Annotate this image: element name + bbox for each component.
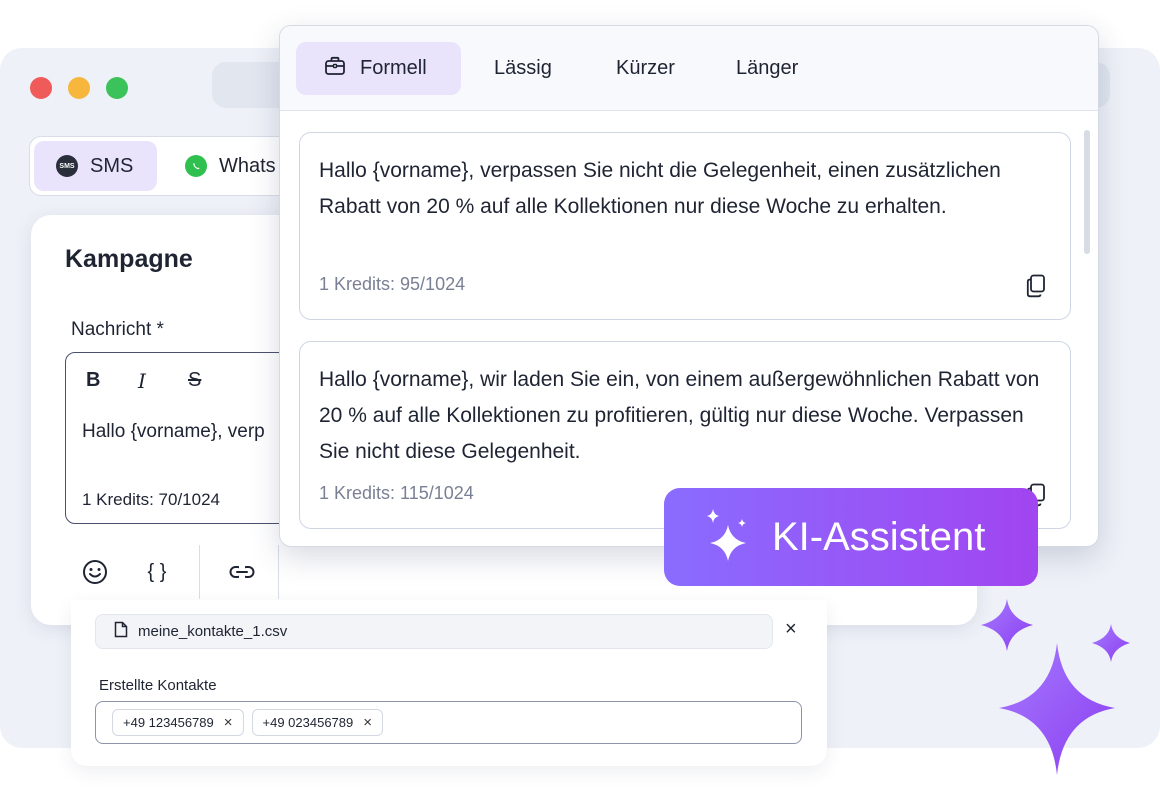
suggestion-card[interactable]: Hallo {vorname}, verpassen Sie nicht die… xyxy=(299,132,1071,320)
suggestion-text: Hallo {vorname}, wir laden Sie ein, von … xyxy=(319,368,1040,463)
tab-whatsapp[interactable]: Whats xyxy=(185,141,276,191)
contact-chip: +49 023456789 × xyxy=(251,709,383,736)
whatsapp-icon xyxy=(185,155,207,177)
ai-assistant-badge[interactable]: KI-Assistent xyxy=(664,488,1038,586)
sms-icon: SMS xyxy=(56,155,78,177)
contacts-input[interactable]: +49 123456789 × +49 023456789 × xyxy=(95,701,802,744)
tab-sms[interactable]: SMS SMS xyxy=(34,141,157,191)
link-icon[interactable] xyxy=(222,552,262,592)
editor-toolbar: { } xyxy=(75,545,301,599)
close-icon[interactable]: × xyxy=(785,618,797,641)
variables-button[interactable]: { } xyxy=(137,552,177,592)
tone-tabs: Formell Lässig Kürzer Länger xyxy=(280,26,1098,111)
italic-button[interactable]: I xyxy=(138,369,146,393)
copy-icon[interactable] xyxy=(1026,274,1046,303)
strikethrough-button[interactable]: S xyxy=(188,369,201,392)
window-maximize-dot[interactable] xyxy=(106,77,128,99)
file-icon xyxy=(114,621,128,642)
file-name: meine_kontakte_1.csv xyxy=(138,623,288,640)
suggestion-text: Hallo {vorname}, verpassen Sie nicht die… xyxy=(319,159,1001,218)
message-label: Nachricht * xyxy=(71,319,164,340)
sparkle-icon xyxy=(704,507,752,568)
toolbar-divider xyxy=(199,545,200,599)
tab-sms-label: SMS xyxy=(90,154,134,177)
remove-chip-icon[interactable]: × xyxy=(224,714,233,731)
tab-laenger[interactable]: Länger xyxy=(736,42,798,95)
tab-formell-label: Formell xyxy=(360,57,427,79)
contact-chip-label: +49 023456789 xyxy=(262,715,354,730)
contact-chip: +49 123456789 × xyxy=(112,709,244,736)
suggestion-credits: 1 Kredits: 115/1024 xyxy=(319,483,474,503)
contacts-card: meine_kontakte_1.csv × Erstellte Kontakt… xyxy=(71,600,827,766)
emoji-icon[interactable] xyxy=(75,552,115,592)
scrollbar[interactable] xyxy=(1084,130,1090,254)
message-text[interactable]: Hallo {vorname}, verp xyxy=(82,421,265,443)
remove-chip-icon[interactable]: × xyxy=(363,714,372,731)
bold-button[interactable]: B xyxy=(86,369,100,392)
ai-assistant-label: KI-Assistent xyxy=(772,514,986,559)
page-title: Kampagne xyxy=(65,245,193,273)
contact-chip-label: +49 123456789 xyxy=(123,715,214,730)
window-close-dot[interactable] xyxy=(30,77,52,99)
toolbar-divider xyxy=(278,545,279,599)
suggestion-credits: 1 Kredits: 95/1024 xyxy=(319,274,466,294)
editor-credits: 1 Kredits: 70/1024 xyxy=(82,490,220,509)
created-contacts-label: Erstellte Kontakte xyxy=(99,677,217,694)
tab-laessig[interactable]: Lässig xyxy=(494,42,552,95)
decorative-sparkles-icon xyxy=(981,599,1130,775)
ai-suggestions-popup: Formell Lässig Kürzer Länger Hallo {vorn… xyxy=(279,25,1099,547)
tab-whatsapp-label: Whats xyxy=(219,154,276,177)
tab-kuerzer[interactable]: Kürzer xyxy=(616,42,675,95)
briefcase-icon xyxy=(324,56,346,82)
tab-formell[interactable]: Formell xyxy=(296,42,461,95)
uploaded-file: meine_kontakte_1.csv xyxy=(95,614,773,649)
window-minimize-dot[interactable] xyxy=(68,77,90,99)
